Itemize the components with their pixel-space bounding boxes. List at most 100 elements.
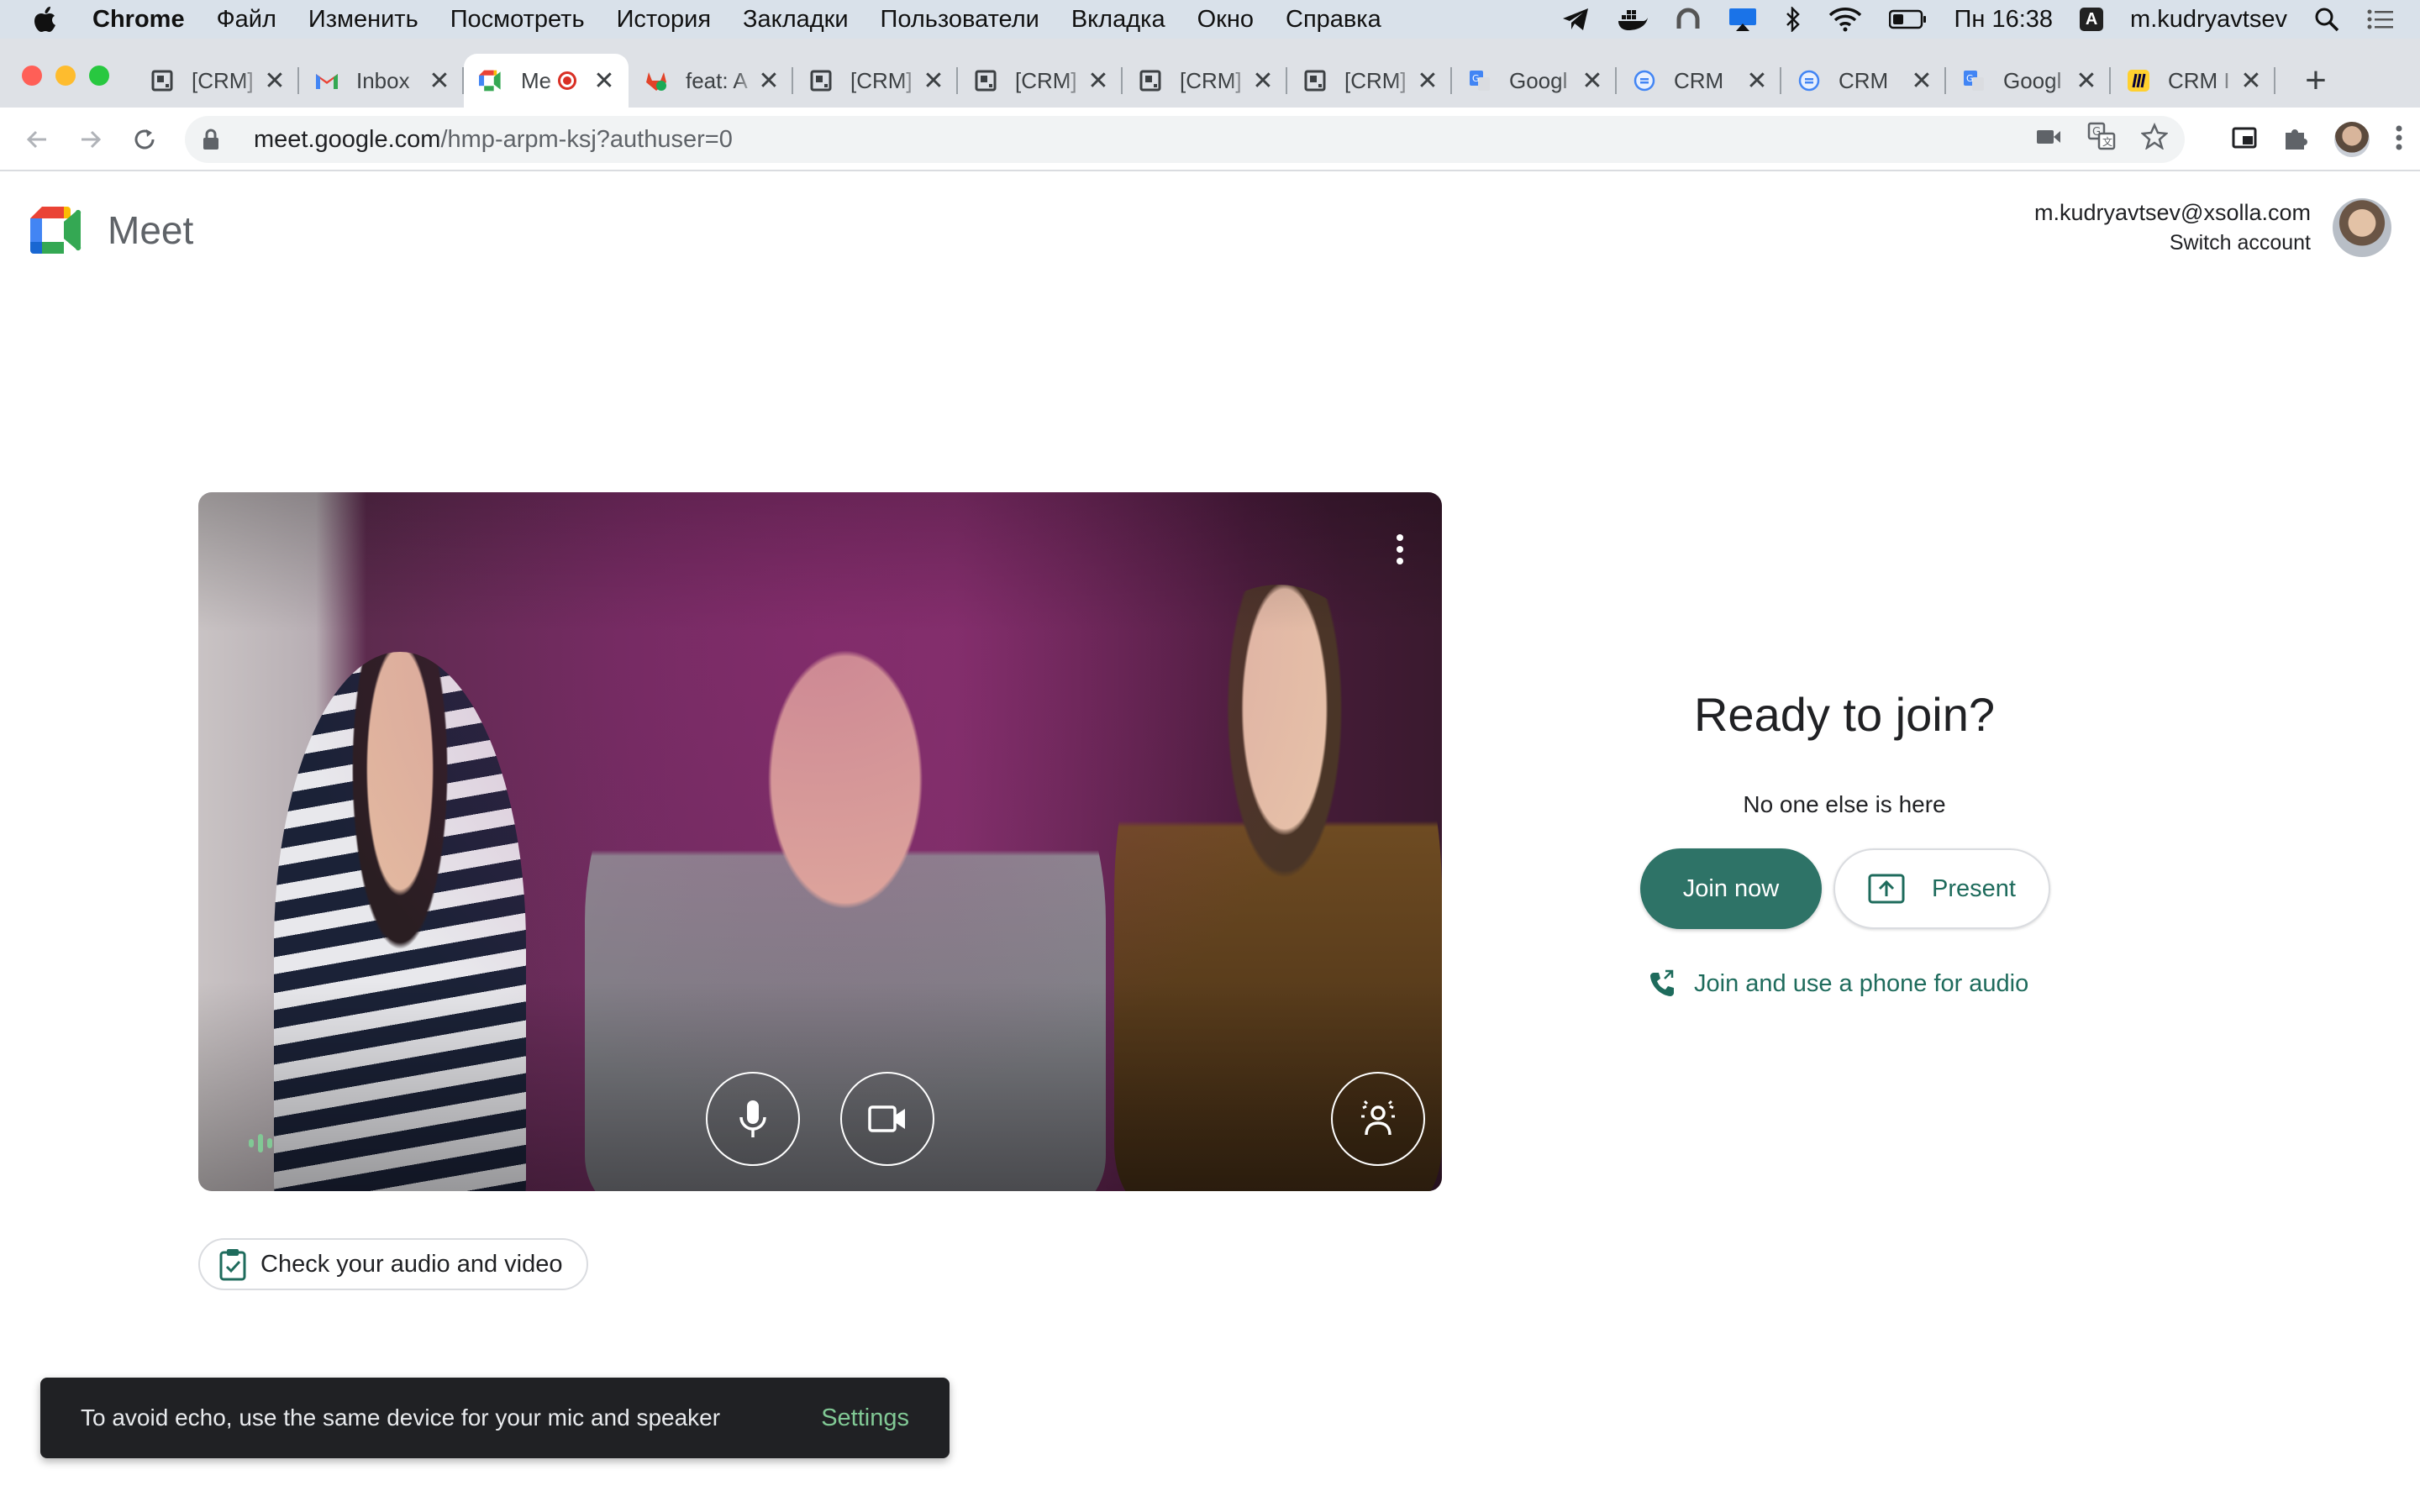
tab-close-icon[interactable]: ✕ (1909, 67, 1934, 95)
menu-bookmarks[interactable]: Закладки (743, 6, 849, 34)
telegram-icon[interactable] (1561, 7, 1590, 32)
gmail-icon (314, 68, 339, 93)
tab-4[interactable]: [CRM] ✕ (793, 54, 958, 108)
tab-11[interactable]: G Googl ✕ (1946, 54, 2111, 108)
chrome-menu-icon[interactable] (2395, 124, 2403, 155)
account-avatar[interactable] (2333, 198, 2391, 257)
tab-title: Inbox (356, 67, 410, 93)
tab-9[interactable]: CRM ✕ (1617, 54, 1781, 108)
meet-logo[interactable]: Meet (30, 207, 193, 254)
tab-1[interactable]: Inbox ✕ (299, 54, 464, 108)
camera-toggle-button[interactable] (840, 1072, 934, 1166)
browser-toolbar: meet.google.com/hmp-arpm-ksj?authuser=0 … (0, 108, 2420, 171)
menu-help[interactable]: Справка (1286, 6, 1381, 34)
spotlight-search-icon[interactable] (2314, 7, 2339, 32)
tab-10[interactable]: CRM ✕ (1781, 54, 1946, 108)
tabs-list: [CRM] ✕ Inbox ✕ Me ✕ feat: A ✕ [CRM] ✕ [CRM] ✕ [CRM]… (134, 54, 2275, 108)
menu-clock[interactable]: Пн 16:38 (1954, 6, 2054, 34)
check-audio-video-button[interactable]: Check your audio and video (198, 1238, 588, 1290)
menu-app-name[interactable]: Chrome (92, 6, 185, 34)
apple-menu-icon[interactable] (34, 6, 67, 33)
tab-close-icon[interactable]: ✕ (427, 67, 452, 95)
tab-close-icon[interactable]: ✕ (592, 67, 617, 95)
tab-close-icon[interactable]: ✕ (756, 67, 781, 95)
tab-title: CRM I (2168, 67, 2230, 93)
tab-2[interactable]: Me ✕ (464, 54, 629, 108)
tab-12[interactable]: CRM I ✕ (2111, 54, 2275, 108)
phone-forward-icon (1650, 969, 1674, 996)
tab-title: [CRM] (192, 67, 254, 93)
menu-user[interactable]: m.kudryavtsev (2130, 6, 2287, 34)
extensions-puzzle-icon[interactable] (2282, 124, 2309, 155)
tab-8[interactable]: G Googl ✕ (1452, 54, 1617, 108)
tab-close-icon[interactable]: ✕ (1744, 67, 1770, 95)
tab-6[interactable]: [CRM] ✕ (1123, 54, 1287, 108)
window-controls (22, 66, 109, 86)
google-translate-icon: G (1961, 68, 1986, 93)
tab-close-icon[interactable]: ✕ (2074, 67, 2099, 95)
profile-avatar[interactable] (2334, 122, 2370, 157)
microphone-toggle-button[interactable] (706, 1072, 800, 1166)
microphone-icon (739, 1100, 766, 1137)
tab-close-icon[interactable]: ✕ (921, 67, 946, 95)
forward-button[interactable] (71, 119, 111, 160)
picture-in-picture-icon[interactable] (2232, 127, 2257, 153)
camera-in-use-icon[interactable] (2035, 126, 2062, 154)
document-icon (973, 68, 998, 93)
bluetooth-icon[interactable] (1785, 7, 1802, 32)
wifi-icon[interactable] (1828, 7, 1862, 32)
switch-account-link[interactable]: Switch account (2034, 231, 2311, 255)
join-now-button[interactable]: Join now (1640, 848, 1822, 929)
zoom-window-button[interactable] (89, 66, 109, 86)
clipboard-check-icon (219, 1249, 246, 1281)
headphones-icon[interactable] (1676, 7, 1701, 32)
input-source-badge[interactable]: A (2080, 8, 2104, 31)
docker-icon[interactable] (1617, 7, 1649, 32)
snackbar-settings-button[interactable]: Settings (821, 1404, 909, 1432)
bookmark-star-icon[interactable] (2140, 122, 2169, 156)
menu-edit[interactable]: Изменить (308, 6, 418, 34)
translate-icon[interactable]: G文 (2087, 122, 2116, 157)
minimize-window-button[interactable] (55, 66, 76, 86)
self-video-preview (198, 492, 1442, 1191)
tab-close-icon[interactable]: ✕ (1086, 67, 1111, 95)
back-button[interactable] (17, 119, 57, 160)
tab-title: Googl (1509, 67, 1568, 93)
tab-close-icon[interactable]: ✕ (1415, 67, 1440, 95)
video-camera-icon (868, 1105, 905, 1132)
battery-icon[interactable] (1888, 8, 1928, 30)
tab-3[interactable]: feat: A ✕ (629, 54, 793, 108)
address-bar[interactable]: meet.google.com/hmp-arpm-ksj?authuser=0 … (185, 116, 2185, 163)
reload-button[interactable] (124, 119, 165, 160)
audio-level-indicator (249, 1134, 272, 1152)
menu-file[interactable]: Файл (217, 6, 276, 34)
crm-icon (1632, 68, 1657, 93)
tab-close-icon[interactable]: ✕ (1580, 67, 1605, 95)
present-button[interactable]: Present (1833, 848, 2050, 929)
tab-close-icon[interactable]: ✕ (2238, 67, 2264, 95)
join-with-phone-link[interactable]: Join and use a phone for audio (1649, 969, 2028, 998)
google-translate-icon: G (1467, 68, 1492, 93)
new-tab-button[interactable]: + (2292, 57, 2339, 104)
close-window-button[interactable] (22, 66, 42, 86)
tab-title: CRM (1839, 67, 1889, 93)
echo-warning-snackbar: To avoid echo, use the same device for y… (40, 1378, 950, 1458)
menu-history[interactable]: История (617, 6, 711, 34)
control-center-icon[interactable] (2366, 7, 2395, 32)
tab-title: [CRM] (850, 67, 913, 93)
tab-close-icon[interactable]: ✕ (262, 67, 287, 95)
airplay-icon[interactable] (1728, 7, 1758, 32)
tab-5[interactable]: [CRM] ✕ (958, 54, 1123, 108)
menu-view[interactable]: Посмотреть (450, 6, 585, 34)
tab-close-icon[interactable]: ✕ (1250, 67, 1276, 95)
menu-tab[interactable]: Вкладка (1071, 6, 1165, 34)
tab-7[interactable]: [CRM] ✕ (1287, 54, 1452, 108)
tab-title: CRM (1674, 67, 1724, 93)
lock-icon[interactable] (202, 129, 235, 150)
video-more-options-icon[interactable] (1383, 524, 1417, 575)
macos-menu-bar: Chrome Файл Изменить Посмотреть История … (0, 0, 2420, 39)
tab-0[interactable]: [CRM] ✕ (134, 54, 299, 108)
menu-window[interactable]: Окно (1197, 6, 1254, 34)
visual-effects-button[interactable] (1331, 1072, 1425, 1166)
menu-profiles[interactable]: Пользователи (881, 6, 1039, 34)
